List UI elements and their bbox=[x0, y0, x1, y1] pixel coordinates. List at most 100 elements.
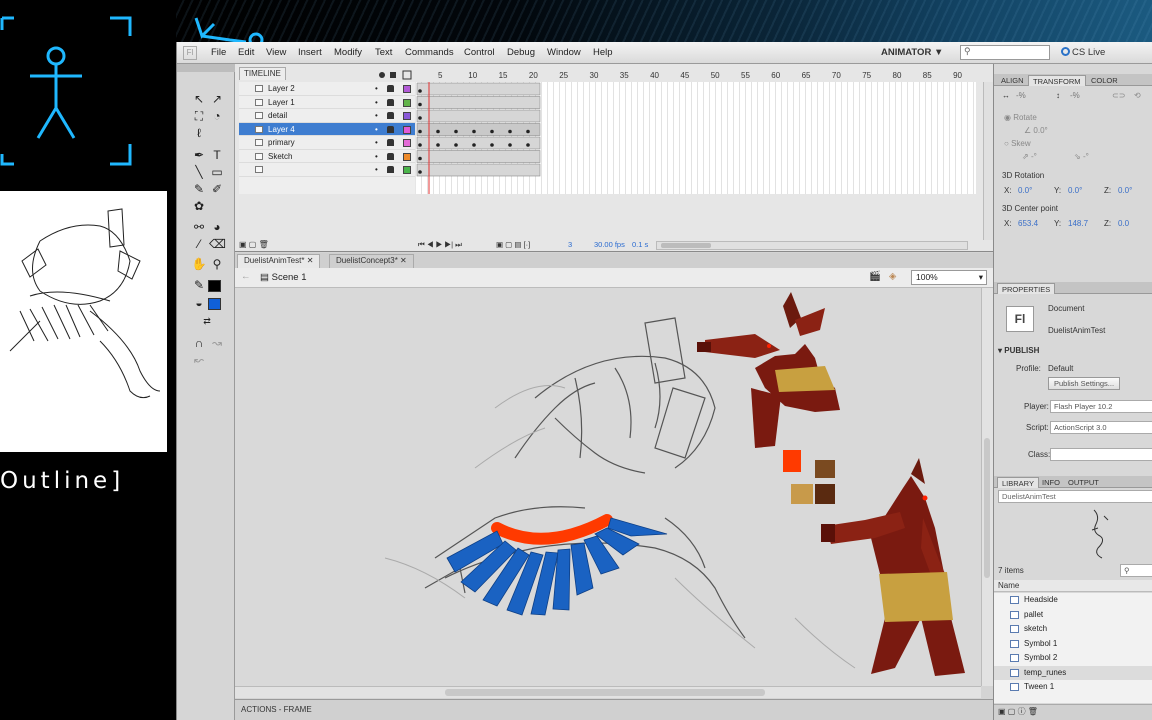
rot-x-value[interactable]: 0.0° bbox=[1018, 186, 1032, 195]
pencil-tool-icon[interactable]: ✎ bbox=[191, 182, 207, 197]
layer-outline-color[interactable] bbox=[403, 152, 411, 161]
lock-icon[interactable] bbox=[387, 125, 394, 133]
keyframe[interactable] bbox=[454, 143, 458, 147]
keyframe[interactable] bbox=[454, 129, 458, 134]
library-item[interactable]: temp_runes bbox=[994, 665, 1152, 680]
keyframe[interactable] bbox=[490, 143, 494, 147]
skew-value-h[interactable]: ⇗ -° bbox=[1022, 152, 1037, 161]
reset-icon[interactable]: ⟲ bbox=[1134, 91, 1141, 100]
straighten-option-icon[interactable]: ↜ bbox=[191, 353, 207, 368]
stroke-color-swatch[interactable] bbox=[208, 280, 221, 292]
current-frame[interactable]: 3 bbox=[568, 240, 572, 249]
tab-info[interactable]: INFO bbox=[1038, 477, 1064, 488]
keyframe[interactable] bbox=[490, 129, 494, 134]
keyframe[interactable] bbox=[472, 129, 476, 134]
text-tool-icon[interactable]: T bbox=[209, 148, 225, 163]
bone-tool-icon[interactable]: ⚯ bbox=[191, 220, 207, 235]
tab-color[interactable]: COLOR bbox=[1087, 75, 1122, 86]
keyframe[interactable] bbox=[508, 129, 512, 134]
keyframe[interactable] bbox=[526, 143, 530, 147]
tab-properties[interactable]: PROPERTIES bbox=[997, 283, 1056, 294]
layer-outline-color[interactable] bbox=[403, 112, 411, 120]
lock-icon[interactable] bbox=[387, 112, 394, 119]
layer-row[interactable]: Sketch • bbox=[239, 150, 415, 163]
keyframe[interactable] bbox=[418, 156, 422, 161]
keyframe[interactable] bbox=[418, 170, 422, 174]
frame-span[interactable] bbox=[416, 109, 541, 123]
line-tool-icon[interactable]: ╲ bbox=[191, 165, 207, 180]
lock-icon[interactable] bbox=[387, 85, 394, 92]
zoom-select[interactable]: 100% ▾ bbox=[911, 270, 987, 285]
lock-icon[interactable] bbox=[387, 152, 394, 160]
layer-outline-color[interactable] bbox=[403, 139, 411, 147]
menu-modify[interactable]: Modify bbox=[334, 47, 362, 58]
scene-breadcrumb[interactable]: ▤ Scene 1 bbox=[260, 272, 307, 283]
center-y-value[interactable]: 148.7 bbox=[1068, 219, 1088, 228]
library-document-select[interactable]: DuelistAnimTest bbox=[998, 490, 1152, 503]
visibility-toggle[interactable]: • bbox=[375, 111, 378, 120]
menu-view[interactable]: View bbox=[266, 47, 286, 58]
close-tab-icon[interactable]: ✕ bbox=[400, 256, 407, 265]
menu-text[interactable]: Text bbox=[375, 47, 392, 58]
rotate-radio[interactable]: ◉ Rotate bbox=[1004, 113, 1037, 122]
stage-hscroll[interactable] bbox=[235, 686, 981, 698]
tab-document-anim-test[interactable]: DuelistAnimTest* ✕ bbox=[237, 254, 321, 268]
library-footer-buttons[interactable]: ▣ ▢ ⓘ 🗑 bbox=[994, 704, 1152, 720]
height-scale-value[interactable]: -% bbox=[1070, 91, 1080, 100]
keyframe[interactable] bbox=[418, 129, 422, 134]
library-item[interactable]: sketch bbox=[994, 622, 1152, 637]
hand-tool-icon[interactable]: ✋ bbox=[191, 257, 207, 272]
keyframe[interactable] bbox=[436, 143, 440, 147]
library-item[interactable]: Headside bbox=[994, 593, 1152, 608]
tab-output[interactable]: OUTPUT bbox=[1064, 477, 1103, 488]
free-transform-tool-icon[interactable]: ⛶ bbox=[191, 109, 207, 124]
tab-align[interactable]: ALIGN bbox=[997, 75, 1028, 86]
timeline-vscroll[interactable] bbox=[983, 82, 993, 240]
3d-rotation-tool-icon[interactable]: ◔ bbox=[209, 109, 225, 124]
keyframe[interactable] bbox=[526, 129, 530, 134]
visibility-toggle[interactable]: • bbox=[375, 84, 378, 93]
keyframe[interactable] bbox=[472, 143, 476, 147]
class-input[interactable] bbox=[1050, 448, 1152, 461]
layer-outline-color[interactable] bbox=[403, 98, 411, 107]
library-item[interactable]: Symbol 2 bbox=[994, 651, 1152, 666]
keyframe[interactable] bbox=[436, 129, 440, 134]
cs-live-button[interactable]: CS Live bbox=[1061, 47, 1105, 58]
visibility-toggle[interactable]: • bbox=[375, 125, 378, 134]
layer-row[interactable]: primary • bbox=[239, 136, 415, 150]
skew-radio[interactable]: ○ Skew bbox=[1004, 139, 1031, 148]
playback-controls[interactable]: ⏮ ◀ ▶ ▶| ⏭ bbox=[418, 240, 462, 250]
player-select[interactable]: Flash Player 10.2 bbox=[1050, 400, 1152, 413]
library-item[interactable]: pallet bbox=[994, 608, 1152, 623]
back-arrow-icon[interactable]: ← bbox=[241, 271, 251, 282]
publish-settings-button[interactable]: Publish Settings... bbox=[1048, 377, 1121, 390]
actions-frame-panel[interactable]: ACTIONS - FRAME bbox=[235, 699, 993, 720]
fill-color-swatch[interactable] bbox=[208, 298, 221, 310]
skew-value-v[interactable]: ⇘ -° bbox=[1074, 152, 1089, 161]
menu-file[interactable]: File bbox=[211, 47, 226, 58]
frame-rate[interactable]: 30.00 fps bbox=[594, 240, 625, 249]
frame-span[interactable] bbox=[416, 150, 541, 163]
menu-window[interactable]: Window bbox=[547, 47, 581, 58]
timeline-ruler[interactable]: 5 10 15 20 25 30 35 40 45 50 55 60 65 70 75 80 85 90 bbox=[416, 69, 976, 82]
menu-control[interactable]: Control bbox=[464, 47, 495, 58]
layer-row[interactable]: Layer 1 • bbox=[239, 96, 415, 109]
menu-edit[interactable]: Edit bbox=[238, 47, 254, 58]
center-z-value[interactable]: 0.0 bbox=[1118, 219, 1129, 228]
lock-icon[interactable] bbox=[387, 139, 394, 146]
stage-vscroll[interactable] bbox=[981, 288, 993, 686]
library-item[interactable]: Symbol 1 bbox=[994, 637, 1152, 652]
stroke-color-icon[interactable]: ✎ bbox=[191, 278, 207, 293]
stage-canvas[interactable] bbox=[235, 288, 981, 686]
constrain-icon[interactable]: ⊂⊃ bbox=[1112, 91, 1125, 100]
zoom-tool-icon[interactable]: ⚲ bbox=[209, 257, 225, 272]
onion-skin-icons[interactable]: ▣ ▢ ▤ [·] bbox=[496, 240, 530, 249]
workspace-switcher[interactable]: ANIMATOR ▼ bbox=[881, 47, 943, 58]
library-column-header[interactable]: Name bbox=[994, 580, 1152, 592]
timeline-hscroll[interactable] bbox=[656, 241, 968, 250]
frame-span[interactable] bbox=[416, 96, 541, 109]
close-tab-icon[interactable]: ✕ bbox=[307, 256, 314, 265]
publish-section[interactable]: ▾ PUBLISH bbox=[998, 346, 1039, 355]
rectangle-tool-icon[interactable]: ▭ bbox=[209, 165, 225, 180]
keyframe[interactable] bbox=[418, 102, 422, 107]
